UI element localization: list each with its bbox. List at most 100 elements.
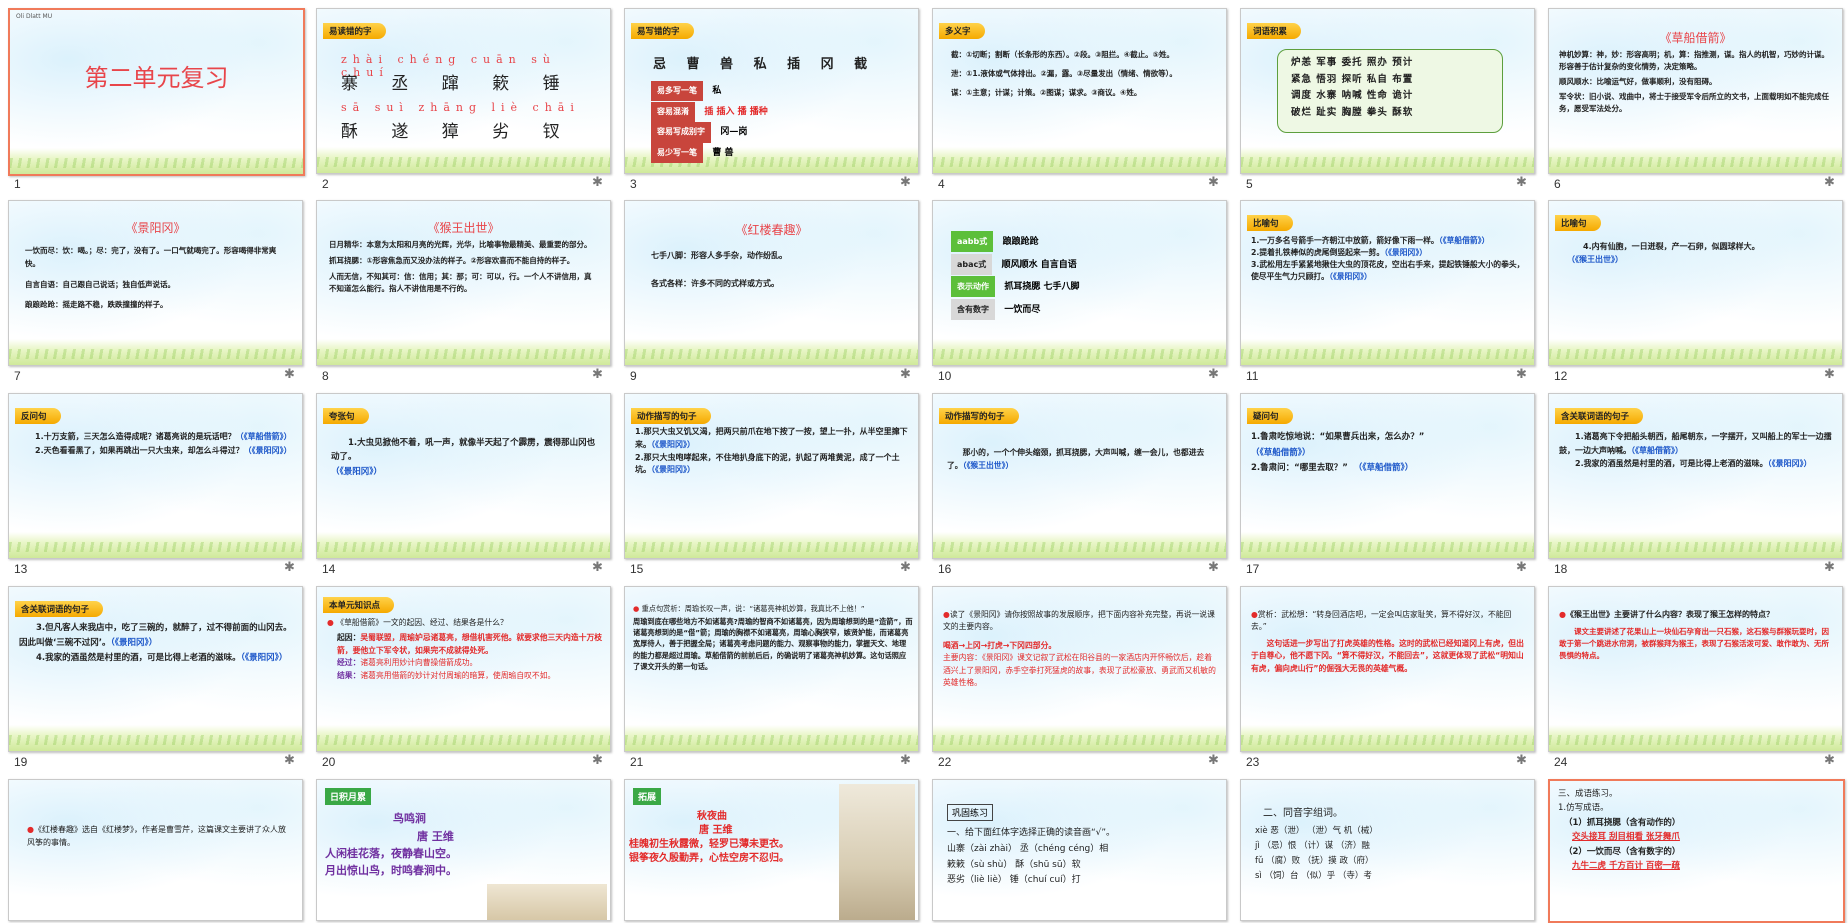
animation-star-icon: ✱: [592, 753, 603, 768]
slide-thumbnail-2[interactable]: 易读错的字 zhài chéng cuān sù chuí 寨 丞 蹿 簌 锤 …: [308, 0, 616, 192]
slide-thumbnail-7[interactable]: 《景阳冈》 一饮而尽：饮：喝。；尽：完了，没有了。一口气就喝完了。形容喝得非常爽…: [0, 192, 308, 385]
slide-frame[interactable]: ●读了《景阳冈》请你按照故事的发展顺序，把下面内容补充完整，再说一说课文的主要内…: [932, 586, 1227, 752]
poem-line: 银筝夜久殷勤弄，心怯空房不忍归。: [629, 853, 789, 864]
slide-thumbnail-29[interactable]: 二、同音字组词。 xiè 恶（泄） （泄）气 机（械） jì （忌）恨 （计）谋…: [1232, 771, 1540, 921]
exercise-line: 山寨（zài zhài） 丞（chéng céng）相: [947, 843, 1109, 854]
sentence: 读了《景阳冈》请你按照故事的发展顺序，把下面内容补充完整，再说一说课文的主要内容…: [943, 610, 1215, 632]
slide-thumbnail-10[interactable]: aabb式 踉踉跄跄 abac式 顺风顺水 自言自语 表示动作 抓耳挠腮 七手八…: [924, 192, 1232, 385]
animation-star-icon: ✱: [1208, 560, 1219, 575]
source: （《草船借箭》）: [1251, 447, 1311, 458]
chars-row-2: 酥 遂 獐 劣 钗: [341, 122, 574, 142]
source: （《景阳冈》）: [1328, 272, 1372, 282]
slide-thumbnail-20[interactable]: 本单元知识点 ● 《草船借箭》一文的起因、经过、结果各是什么？ 起因：吴蜀联盟，…: [308, 578, 616, 771]
slide-frame[interactable]: 动作描写的句子 1.那只大虫又饥又渴，把两只前爪在地下按了一按，望上一扑，从半空…: [624, 393, 919, 559]
slide-number: 6: [1554, 177, 1561, 191]
slide-frame[interactable]: ●《猴王出世》主要讲了什么内容？表现了猴王怎样的特点？ 课文主要讲述了花果山上一…: [1548, 586, 1843, 752]
slide-thumbnail-8[interactable]: 《猴王出世》 日月精华：本意为太阳和月亮的光辉，光华，比喻事物最精美、最重要的部…: [308, 192, 616, 385]
slide-title: 《猴王出世》: [427, 221, 500, 235]
slide-frame[interactable]: 本单元知识点 ● 《草船借箭》一文的起因、经过、结果各是什么？ 起因：吴蜀联盟，…: [316, 586, 611, 752]
answer-label: 经过：: [337, 658, 361, 668]
slide-thumbnail-21[interactable]: ● 重点句赏析：周瑜长叹一声，说：“诸葛亮神机妙算，我真比不上他！” 周瑜到底在…: [616, 578, 924, 771]
slide-number: 13: [14, 562, 28, 576]
slide-number: 10: [938, 369, 952, 383]
slide-number: 12: [1554, 369, 1568, 383]
sentence: 1.十万支箭，三天怎么造得成呢？诸葛亮说的是玩话吧？: [35, 432, 236, 441]
slide-thumbnail-22[interactable]: ●读了《景阳冈》请你按照故事的发展顺序，把下面内容补充完整，再说一说课文的主要内…: [924, 578, 1232, 771]
slide-frame[interactable]: 多义字 截：①切断；割断（长条形的东西）。②段。③阻拦。④截止。⑤姓。 泄：①1…: [932, 8, 1227, 174]
slide-number: 2: [322, 177, 329, 191]
bullet-icon: ●: [27, 825, 34, 834]
question: 二、同音字组词。: [1263, 808, 1343, 819]
row-value: 插 插入 播 播种: [704, 106, 768, 117]
chars-row-1: 寨 丞 蹿 簌 锤: [341, 74, 574, 94]
animation-star-icon: ✱: [1824, 560, 1835, 575]
slide-frame[interactable]: 二、同音字组词。 xiè 恶（泄） （泄）气 机（械） jì （忌）恨 （计）谋…: [1240, 779, 1535, 921]
paragraph: 周瑜到底在哪些地方不如诸葛亮?周瑜的智商不如诸葛亮，因为周瑜想到的是“造箭”，而…: [633, 617, 913, 671]
slide-thumbnail-30[interactable]: 三、成语练习。 1.仿写成语。 （1）抓耳挠腮（含有动作的） 交头接耳 刮目相看…: [1540, 771, 1848, 923]
definition-line: 截：①切断；割断（长条形的东西）。②段。③阻拦。④截止。⑤姓。: [951, 50, 1174, 59]
paragraph: 日月精华：本意为太阳和月亮的光辉，光华，比喻事物最精美、最重要的部分。: [329, 240, 592, 249]
animation-star-icon: ✱: [1516, 753, 1527, 768]
slide-thumbnail-17[interactable]: 疑问句 1.鲁肃吃惊地说：“如果曹兵出来，怎么办？” （《草船借箭》） 2.鲁肃…: [1232, 385, 1540, 578]
slide-frame[interactable]: 《猴王出世》 日月精华：本意为太阳和月亮的光辉，光华，比喻事物最精美、最重要的部…: [316, 200, 611, 366]
exercise-line: 簌簌（sù shù） 酥（shū sū）软: [947, 859, 1081, 870]
slide-thumbnail-16[interactable]: 动作描写的句子 那小的，一个个伸头缩颈，抓耳挠腮，大声叫喊，缠一会儿，也都进去了…: [924, 385, 1232, 578]
slide-frame[interactable]: ● 重点句赏析：周瑜长叹一声，说：“诸葛亮神机妙算，我真比不上他！” 周瑜到底在…: [624, 586, 919, 752]
slide-frame[interactable]: 易读错的字 zhài chéng cuān sù chuí 寨 丞 蹿 簌 锤 …: [316, 8, 611, 174]
row-value: 冈—岗: [720, 127, 748, 138]
slide-frame[interactable]: 含关联词语的句子 3.但凡客人来我店中，吃了三碗的，就醉了，过不得前面的山冈去。…: [8, 586, 303, 752]
slide-frame[interactable]: 巩固练习 一、给下面红体字选择正确的读音画“√”。 山寨（zài zhài） 丞…: [932, 779, 1227, 921]
slide-frame[interactable]: 含关联词语的句子 1.诸葛亮下令把船头朝西，船尾朝东，一字摆开，又叫船上的军士一…: [1548, 393, 1843, 559]
animation-star-icon: ✱: [900, 753, 911, 768]
slide-frame[interactable]: 《红楼春趣》 七手八脚：形容人多手杂，动作纷乱。 各式各样：许多不同的式样或方式…: [624, 200, 919, 366]
slide-thumbnail-23[interactable]: ●赏析：武松想：“转身回酒店吧，一定会叫店家耻笑，算不得好汉，不能回去。” 这句…: [1232, 578, 1540, 771]
slide-thumbnail-4[interactable]: 多义字 截：①切断；割断（长条形的东西）。②段。③阻拦。④截止。⑤姓。 泄：①1…: [924, 0, 1232, 192]
slide-thumbnail-27[interactable]: 拓展 秋夜曲 唐 王维 桂魄初生秋露微，轻罗已薄未更衣。 银筝夜久殷勤弄，心怯空…: [616, 771, 924, 921]
slide-number: 16: [938, 562, 952, 576]
sentence: 2.鲁肃问：“哪里去取？”: [1251, 463, 1348, 474]
slide-frame[interactable]: 《草船借箭》 神机妙算：神，妙：形容高明；机，算：指推测，谋。指人的机智，巧妙的…: [1548, 8, 1843, 174]
animation-star-icon: ✱: [284, 560, 295, 575]
slide-frame[interactable]: 夸张句 1.大虫见掀他不着，吼一声，就像半天起了个霹雳，震得那山冈也动了。 （《…: [316, 393, 611, 559]
definition-line: 谋：①主意；计谋；计策。②图谋；谋求。③商议。④姓。: [951, 87, 1142, 97]
paragraph: 军令状：旧小说、戏曲中，将士于接受军令后所立的文书，上面载明如不能完成任务，愿受…: [1559, 92, 1829, 113]
slide-frame[interactable]: aabb式 踉踉跄跄 abac式 顺风顺水 自言自语 表示动作 抓耳挠腮 七手八…: [932, 200, 1227, 366]
slide-thumbnail-28[interactable]: 巩固练习 一、给下面红体字选择正确的读音画“√”。 山寨（zài zhài） 丞…: [924, 771, 1232, 921]
slide-thumbnail-26[interactable]: 日积月累 鸟鸣涧 唐 王维 人闲桂花落，夜静春山空。 月出惊山鸟，时鸣春涧中。: [308, 771, 616, 921]
slide-frame[interactable]: 拓展 秋夜曲 唐 王维 桂魄初生秋露微，轻罗已薄未更衣。 银筝夜久殷勤弄，心怯空…: [624, 779, 919, 921]
slide-frame[interactable]: 词语积累 炉恙 军事 委托 照办 预计 紧急 悟羽 探听 私自 布置 调度 水寨…: [1240, 8, 1535, 174]
slide-thumbnail-12[interactable]: 比喻句 4.内有仙胞，一日迸裂，产一石卵，似圆球样大。 （《猴王出世》） 12 …: [1540, 192, 1848, 385]
slide-thumbnail-6[interactable]: 《草船借箭》 神机妙算：神，妙：形容高明；机，算：指推测，谋。指人的机智，巧妙的…: [1540, 0, 1848, 192]
sentence: 《红楼春趣》选自《红楼梦》，作者是曹雪芹，这篇课文主要讲了众人放风筝的事情。: [27, 825, 286, 847]
paragraph: 自言自语：自己跟自己说话；独自低声说话。: [25, 279, 175, 289]
slide-frame[interactable]: 比喻句 4.内有仙胞，一日迸裂，产一石卵，似圆球样大。 （《猴王出世》）: [1548, 200, 1843, 366]
slide-thumbnail-15[interactable]: 动作描写的句子 1.那只大虫又饥又渴，把两只前爪在地下按了一按，望上一扑，从半空…: [616, 385, 924, 578]
slide-number: 22: [938, 755, 952, 769]
slide-frame[interactable]: 易写错的字 忌 曹 兽 私 插 冈 截 易多写一笔 私 容易混淆 插 插入 播 …: [624, 8, 919, 174]
slide-frame[interactable]: 疑问句 1.鲁肃吃惊地说：“如果曹兵出来，怎么办？” （《草船借箭》） 2.鲁肃…: [1240, 393, 1535, 559]
slide-thumbnail-11[interactable]: 比喻句 1.一万多名号箭手一齐朝江中放箭，箭好像下雨一样。（《草船借箭》） 2.…: [1232, 192, 1540, 385]
paragraph: 这句话进一步写出了打虎英雄的性格。这时的武松已经知道冈上有虎，但出于自尊心，他不…: [1251, 638, 1524, 673]
slide-frame[interactable]: 日积月累 鸟鸣涧 唐 王维 人闲桂花落，夜静春山空。 月出惊山鸟，时鸣春涧中。: [316, 779, 611, 921]
slide-thumbnail-9[interactable]: 《红楼春趣》 七手八脚：形容人多手杂，动作纷乱。 各式各样：许多不同的式样或方式…: [616, 192, 924, 385]
slide-thumbnail-13[interactable]: 反问句 1.十万支箭，三天怎么造得成呢？诸葛亮说的是玩话吧？（《草船借箭》） 2…: [0, 385, 308, 578]
slide-frame[interactable]: ●《红楼春趣》选自《红楼梦》，作者是曹雪芹，这篇课文主要讲了众人放风筝的事情。: [8, 779, 303, 921]
slide-thumbnail-5[interactable]: 词语积累 炉恙 军事 委托 照办 预计 紧急 悟羽 探听 私自 布置 调度 水寨…: [1232, 0, 1540, 192]
slide-thumbnail-24[interactable]: ●《猴王出世》主要讲了什么内容？表现了猴王怎样的特点？ 课文主要讲述了花果山上一…: [1540, 578, 1848, 771]
slide-frame[interactable]: 动作描写的句子 那小的，一个个伸头缩颈，抓耳挠腮，大声叫喊，缠一会儿，也都进去了…: [932, 393, 1227, 559]
slide-frame[interactable]: 反问句 1.十万支箭，三天怎么造得成呢？诸葛亮说的是玩话吧？（《草船借箭》） 2…: [8, 393, 303, 559]
sentence: 2.提着扎铁棒似的虎尾倒竖起来一剪。: [1251, 248, 1385, 258]
exercise-line: sì （饲）台 （似）乎 （寺）考: [1255, 870, 1372, 881]
slide-thumbnail-18[interactable]: 含关联词语的句子 1.诸葛亮下令把船头朝西，船尾朝东，一字摆开，又叫船上的军士一…: [1540, 385, 1848, 578]
slide-thumbnail-25[interactable]: ●《红楼春趣》选自《红楼梦》，作者是曹雪芹，这篇课文主要讲了众人放风筝的事情。: [0, 771, 308, 921]
slide-frame[interactable]: Oli Dlatt MU 第二单元复习: [8, 8, 305, 176]
slide-frame[interactable]: 比喻句 1.一万多名号箭手一齐朝江中放箭，箭好像下雨一样。（《草船借箭》） 2.…: [1240, 200, 1535, 366]
slide-thumbnail-1[interactable]: Oli Dlatt MU 第二单元复习 1: [0, 0, 308, 192]
slide-thumbnail-19[interactable]: 含关联词语的句子 3.但凡客人来我店中，吃了三碗的，就醉了，过不得前面的山冈去。…: [0, 578, 308, 771]
slide-frame[interactable]: 《景阳冈》 一饮而尽：饮：喝。；尽：完了，没有了。一口气就喝完了。形容喝得非常爽…: [8, 200, 303, 366]
source: （《草船借箭》）: [1631, 445, 1683, 455]
slide-thumbnail-14[interactable]: 夸张句 1.大虫见掀他不着，吼一声，就像半天起了个霹雳，震得那山冈也动了。 （《…: [308, 385, 616, 578]
slide-frame[interactable]: 三、成语练习。 1.仿写成语。 （1）抓耳挠腮（含有动作的） 交头接耳 刮目相看…: [1548, 779, 1845, 923]
slide-frame[interactable]: ●赏析：武松想：“转身回酒店吧，一定会叫店家耻笑，算不得好汉，不能回去。” 这句…: [1240, 586, 1535, 752]
slide-thumbnail-3[interactable]: 易写错的字 忌 曹 兽 私 插 冈 截 易多写一笔 私 容易混淆 插 插入 播 …: [616, 0, 924, 192]
